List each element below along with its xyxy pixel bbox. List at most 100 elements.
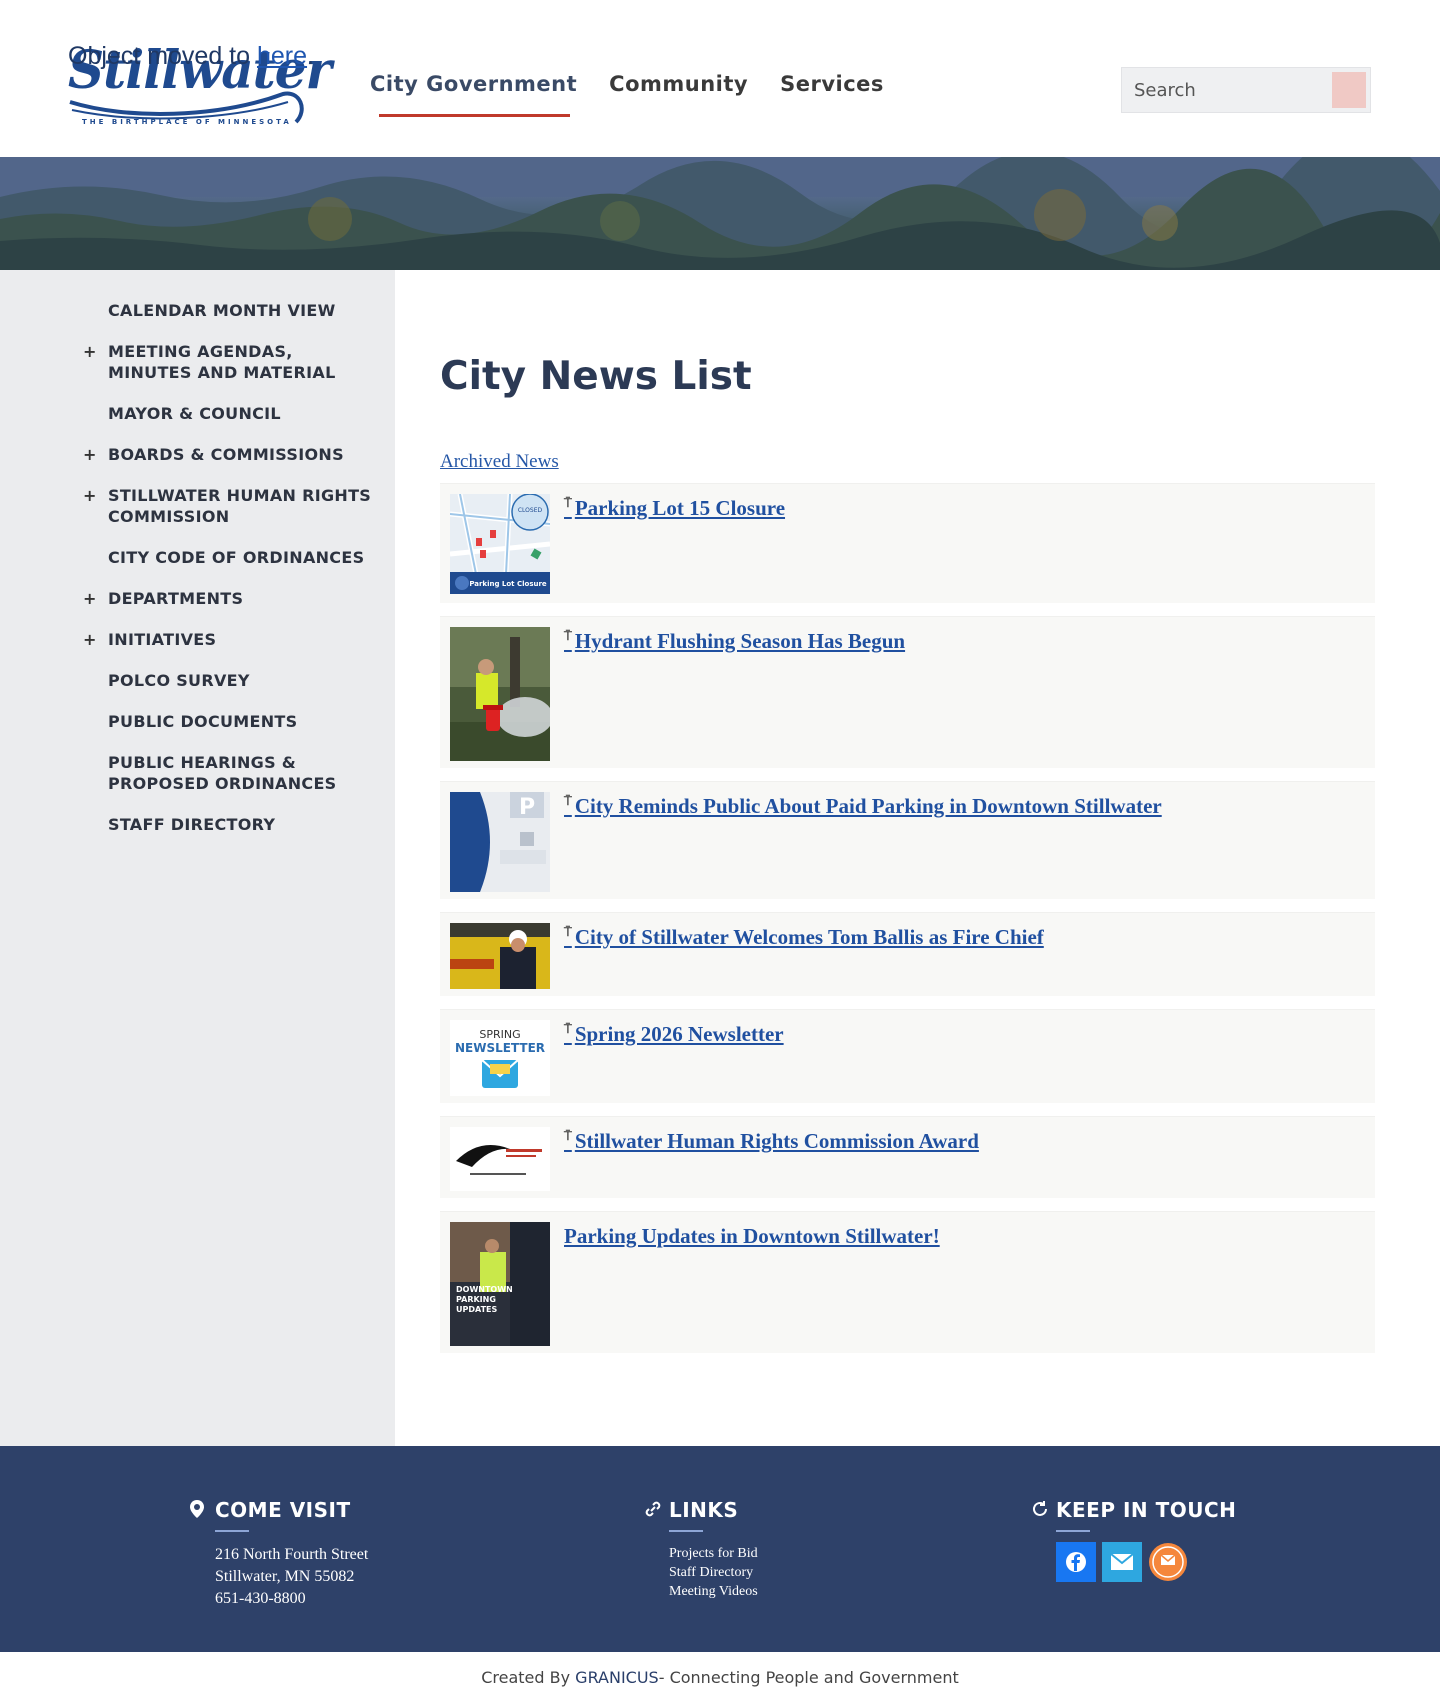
expand-plus-icon[interactable]: + — [83, 629, 97, 650]
expand-plus-icon[interactable]: + — [83, 485, 97, 506]
sidebar-item-calendar-month-view[interactable]: CALENDAR MONTH VIEW — [0, 290, 395, 331]
expand-plus-icon[interactable]: + — [83, 588, 97, 609]
hero-banner — [0, 157, 1440, 270]
news-item: ⍑ Stillwater Human Rights Commission Awar… — [440, 1116, 1375, 1198]
nav-city-government[interactable]: City Government — [370, 72, 577, 117]
footer-link-meeting-videos[interactable]: Meeting Videos — [669, 1582, 758, 1601]
sidebar-item-departments[interactable]: + DEPARTMENTS — [0, 578, 395, 619]
pin-icon: ⍑ — [564, 1129, 572, 1144]
pin-icon: ⍑ — [564, 794, 572, 809]
footer-link-projects-for-bid[interactable]: Projects for Bid — [669, 1544, 758, 1563]
social-icons — [1056, 1542, 1236, 1582]
object-moved-link[interactable]: here — [257, 42, 307, 70]
news-title-link[interactable]: ⍑ Spring 2026 Newsletter — [564, 1022, 784, 1093]
logo-tagline: THE BIRTHPLACE OF MINNESOTA — [82, 118, 292, 126]
credits-bar: Created By GRANICUS - Connecting People … — [0, 1652, 1440, 1703]
human-rights-award-image — [450, 1127, 550, 1191]
news-item: ⍑ City of Stillwater Welcomes Tom Ballis … — [440, 912, 1375, 996]
footer-link-staff-directory[interactable]: Staff Directory — [669, 1563, 758, 1582]
search-box — [1121, 67, 1371, 113]
main-nav: City Government Community Services — [370, 72, 884, 117]
main-area: CALENDAR MONTH VIEW + MEETING AGENDAS, MI… — [0, 270, 1440, 1446]
sidebar-item-public-documents[interactable]: PUBLIC DOCUMENTS — [0, 701, 395, 742]
notify-me-icon[interactable] — [1148, 1542, 1188, 1582]
refresh-icon — [1033, 1501, 1047, 1516]
news-item: P ⍑ City Reminds Public About Paid Parkin… — [440, 781, 1375, 899]
pin-icon: ⍑ — [564, 925, 572, 940]
expand-plus-icon[interactable]: + — [83, 444, 97, 465]
sidebar-item-mayor-council[interactable]: MAYOR & COUNCIL — [0, 393, 395, 434]
thumb-line2-text: NEWSLETTER — [455, 1041, 545, 1055]
news-item: SPRING NEWSLETTER ⍑ Spring 2026 Newslette… — [440, 1009, 1375, 1103]
news-title-link[interactable]: ⍑ Hydrant Flushing Season Has Begun — [564, 629, 905, 758]
pin-icon: ⍑ — [564, 629, 572, 644]
hydrant-flushing-photo — [450, 627, 550, 761]
archived-news-link[interactable]: Archived News — [440, 451, 559, 473]
footer-keep-in-touch: KEEP IN TOUCH — [1033, 1498, 1236, 1582]
paid-parking-image: P — [450, 792, 550, 892]
sidebar-item-city-code[interactable]: CITY CODE OF ORDINANCES — [0, 537, 395, 578]
footer-come-visit: COME VISIT 216 North Fourth Street Still… — [190, 1498, 369, 1610]
sidebar-item-human-rights-commission[interactable]: + STILLWATER HUMAN RIGHTS COMMISSION — [0, 475, 395, 537]
news-thumbnail[interactable]: DOWNTOWN PARKING UPDATES — [450, 1222, 550, 1346]
footer-address: 216 North Fourth Street Stillwater, MN 5… — [215, 1546, 369, 1607]
search-button[interactable] — [1332, 72, 1366, 108]
news-title-link[interactable]: ⍑ Stillwater Human Rights Commission Awar… — [564, 1129, 979, 1188]
pin-icon: ⍑ — [564, 1022, 572, 1037]
footer-heading-touch: KEEP IN TOUCH — [1033, 1498, 1236, 1522]
news-thumbnail[interactable]: P — [450, 792, 550, 892]
granicus-link[interactable]: GRANICUS — [575, 1668, 659, 1687]
nav-services[interactable]: Services — [780, 72, 884, 96]
object-moved-notice: Object moved to here. — [68, 42, 314, 70]
parking-map-image: CLOSED Parking Lot Closure — [450, 494, 550, 594]
news-item: CLOSED Parking Lot Closure ⍑ Parking Lot … — [440, 483, 1375, 603]
expand-plus-icon[interactable]: + — [83, 341, 97, 362]
footer-link-list: Projects for Bid Staff Directory Meeting… — [669, 1544, 758, 1601]
news-thumbnail[interactable]: CLOSED Parking Lot Closure — [450, 494, 550, 594]
content-area: City News List Archived News CLOSED Park… — [395, 270, 1440, 1446]
downtown-parking-updates-image: DOWNTOWN PARKING UPDATES — [450, 1222, 550, 1346]
news-title-link[interactable]: Parking Updates in Downtown Stillwater! — [564, 1224, 940, 1343]
thumb-caption-text: Parking Lot Closure — [469, 580, 547, 588]
footer-heading-links: LINKS — [645, 1498, 758, 1522]
news-list: CLOSED Parking Lot Closure ⍑ Parking Lot … — [440, 483, 1375, 1353]
news-thumbnail[interactable] — [450, 923, 550, 989]
sidebar-item-initiatives[interactable]: + INITIATIVES — [0, 619, 395, 660]
footer-heading-underline — [215, 1530, 249, 1532]
link-icon — [645, 1501, 661, 1517]
news-thumbnail[interactable]: SPRING NEWSLETTER — [450, 1020, 550, 1096]
news-title-link[interactable]: ⍑ Parking Lot 15 Closure — [564, 496, 785, 593]
pin-icon: ⍑ — [564, 496, 572, 511]
footer-heading-underline — [1056, 1530, 1090, 1532]
banner-landscape-image — [0, 157, 1440, 270]
footer-links: LINKS Projects for Bid Staff Directory M… — [645, 1498, 758, 1601]
footer-heading-underline — [669, 1530, 703, 1532]
facebook-icon[interactable] — [1056, 1542, 1096, 1582]
search-input[interactable] — [1122, 68, 1322, 112]
email-icon[interactable] — [1102, 1542, 1142, 1582]
thumb-line1-text: SPRING — [479, 1028, 520, 1041]
site-footer: COME VISIT 216 North Fourth Street Still… — [0, 1446, 1440, 1652]
sidebar-nav: CALENDAR MONTH VIEW + MEETING AGENDAS, MI… — [0, 270, 395, 1446]
fire-chief-photo — [450, 923, 550, 989]
page-title: City News List — [440, 354, 752, 399]
thumb-badge-text: CLOSED — [518, 507, 543, 514]
news-title-link[interactable]: ⍑ City Reminds Public About Paid Parking … — [564, 794, 1162, 889]
sidebar-item-boards-commissions[interactable]: + BOARDS & COMMISSIONS — [0, 434, 395, 475]
spring-newsletter-image: SPRING NEWSLETTER — [450, 1020, 550, 1096]
site-header: Stillwater THE BIRTHPLACE OF MINNESOTA O… — [0, 0, 1440, 157]
news-thumbnail[interactable] — [450, 1127, 550, 1191]
news-item: ⍑ Hydrant Flushing Season Has Begun — [440, 616, 1375, 768]
news-item: DOWNTOWN PARKING UPDATES Parking Updates i… — [440, 1211, 1375, 1353]
nav-community[interactable]: Community — [609, 72, 748, 96]
svg-text:P: P — [519, 795, 535, 820]
sidebar-item-meeting-agendas[interactable]: + MEETING AGENDAS, MINUTES AND MATERIAL — [0, 331, 395, 393]
news-title-link[interactable]: ⍑ City of Stillwater Welcomes Tom Ballis … — [564, 925, 1044, 986]
sidebar-item-staff-directory[interactable]: STAFF DIRECTORY — [0, 804, 395, 845]
sidebar-item-polco-survey[interactable]: POLCO SURVEY — [0, 660, 395, 701]
news-thumbnail[interactable] — [450, 627, 550, 761]
nav-active-underline — [379, 114, 571, 117]
footer-heading-visit: COME VISIT — [190, 1498, 368, 1522]
sidebar-item-public-hearings[interactable]: PUBLIC HEARINGS & PROPOSED ORDINANCES — [0, 742, 395, 804]
map-pin-icon — [190, 1500, 204, 1518]
